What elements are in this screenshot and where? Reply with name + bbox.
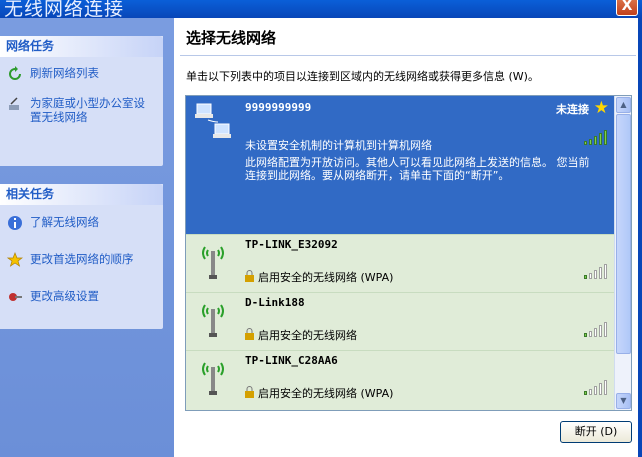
connection-status: 未连接 — [556, 103, 589, 116]
adhoc-network-icon — [195, 103, 231, 138]
task-pane: 网络任务 刷新网络列表 为家庭或小型办公室设置无线网络 相关任务 了解无线网络 — [0, 18, 174, 457]
network-ssid: TP-LINK_C28AA6 — [245, 354, 338, 367]
network-security: 启用安全的无线网络 (WPA) — [258, 271, 394, 284]
lock-icon — [245, 386, 254, 398]
close-button[interactable]: X — [616, 0, 638, 16]
network-tasks-panel: 网络任务 刷新网络列表 为家庭或小型办公室设置无线网络 — [0, 36, 163, 166]
lock-icon — [245, 328, 254, 340]
change-preferred-order-link[interactable]: 更改首选网络的顺序 — [0, 252, 163, 267]
access-point-icon — [202, 304, 224, 337]
network-item[interactable]: D-Link188 启用安全的无线网络 — [186, 292, 615, 350]
learn-wireless-link[interactable]: 了解无线网络 — [0, 215, 163, 230]
access-point-icon — [202, 246, 224, 279]
network-ssid: TP-LINK_E32092 — [245, 238, 338, 251]
network-item-selected[interactable]: 9999999999 未连接 ★ 未设置安全机制的计算机到计算机网络 此网络配置… — [186, 96, 615, 234]
wireless-setup-icon — [9, 97, 19, 110]
advanced-settings-label: 更改高级设置 — [30, 289, 99, 303]
network-info: 此网络配置为开放访问。其他人可以看见此网络上发送的信息。 您当前连接到此网络。要… — [245, 156, 590, 182]
lock-icon — [245, 270, 254, 282]
title-bar: 无线网络连接 X — [0, 0, 642, 20]
related-tasks-header[interactable]: 相关任务 — [0, 184, 163, 205]
network-list[interactable]: 9999999999 未连接 ★ 未设置安全机制的计算机到计算机网络 此网络配置… — [185, 95, 632, 411]
scroll-down-button[interactable]: ▼ — [616, 393, 631, 409]
related-tasks-panel: 相关任务 了解无线网络 更改首选网络的顺序 更改高级设置 — [0, 184, 163, 329]
signal-strength-icon — [584, 321, 607, 337]
network-security: 启用安全的无线网络 — [258, 329, 357, 342]
refresh-icon — [9, 66, 21, 80]
window-border — [638, 18, 642, 457]
setup-wireless-link[interactable]: 为家庭或小型办公室设置无线网络 — [0, 96, 155, 124]
settings-icon — [9, 293, 22, 301]
scroll-thumb[interactable] — [616, 114, 631, 354]
network-item[interactable]: TP-LINK_C28AA6 启用安全的无线网络 (WPA) — [186, 350, 615, 410]
page-description: 单击以下列表中的项目以连接到区域内的无线网络或获得更多信息 (W)。 — [186, 70, 539, 83]
network-ssid: D-Link188 — [245, 296, 305, 309]
advanced-settings-link[interactable]: 更改高级设置 — [0, 289, 163, 303]
disconnect-button[interactable]: 断开 (D) — [560, 421, 632, 443]
page-title: 选择无线网络 — [186, 29, 277, 47]
network-item[interactable]: TP-LINK_E32092 启用安全的无线网络 (WPA) — [186, 234, 615, 292]
signal-strength-icon — [584, 129, 607, 145]
info-icon — [8, 216, 22, 230]
main-content: 选择无线网络 单击以下列表中的项目以连接到区域内的无线网络或获得更多信息 (W)… — [174, 18, 642, 457]
network-tasks-header[interactable]: 网络任务 — [0, 36, 163, 57]
setup-wireless-label: 为家庭或小型办公室设置无线网络 — [30, 96, 145, 124]
refresh-network-list-label: 刷新网络列表 — [30, 66, 99, 80]
vertical-scrollbar[interactable]: ▲ ▼ — [614, 96, 631, 410]
refresh-network-list-link[interactable]: 刷新网络列表 — [0, 66, 163, 80]
star-icon — [7, 252, 23, 267]
signal-strength-icon — [584, 263, 607, 279]
change-preferred-order-label: 更改首选网络的顺序 — [30, 252, 134, 266]
scroll-up-button[interactable]: ▲ — [616, 97, 631, 113]
title-divider — [180, 55, 636, 56]
signal-strength-icon — [584, 379, 607, 395]
star-icon: ★ — [593, 98, 609, 118]
access-point-icon — [202, 362, 224, 395]
learn-wireless-label: 了解无线网络 — [30, 215, 99, 229]
network-security: 启用安全的无线网络 (WPA) — [258, 387, 394, 400]
network-security: 未设置安全机制的计算机到计算机网络 — [245, 139, 432, 152]
network-ssid: 9999999999 — [245, 101, 312, 114]
